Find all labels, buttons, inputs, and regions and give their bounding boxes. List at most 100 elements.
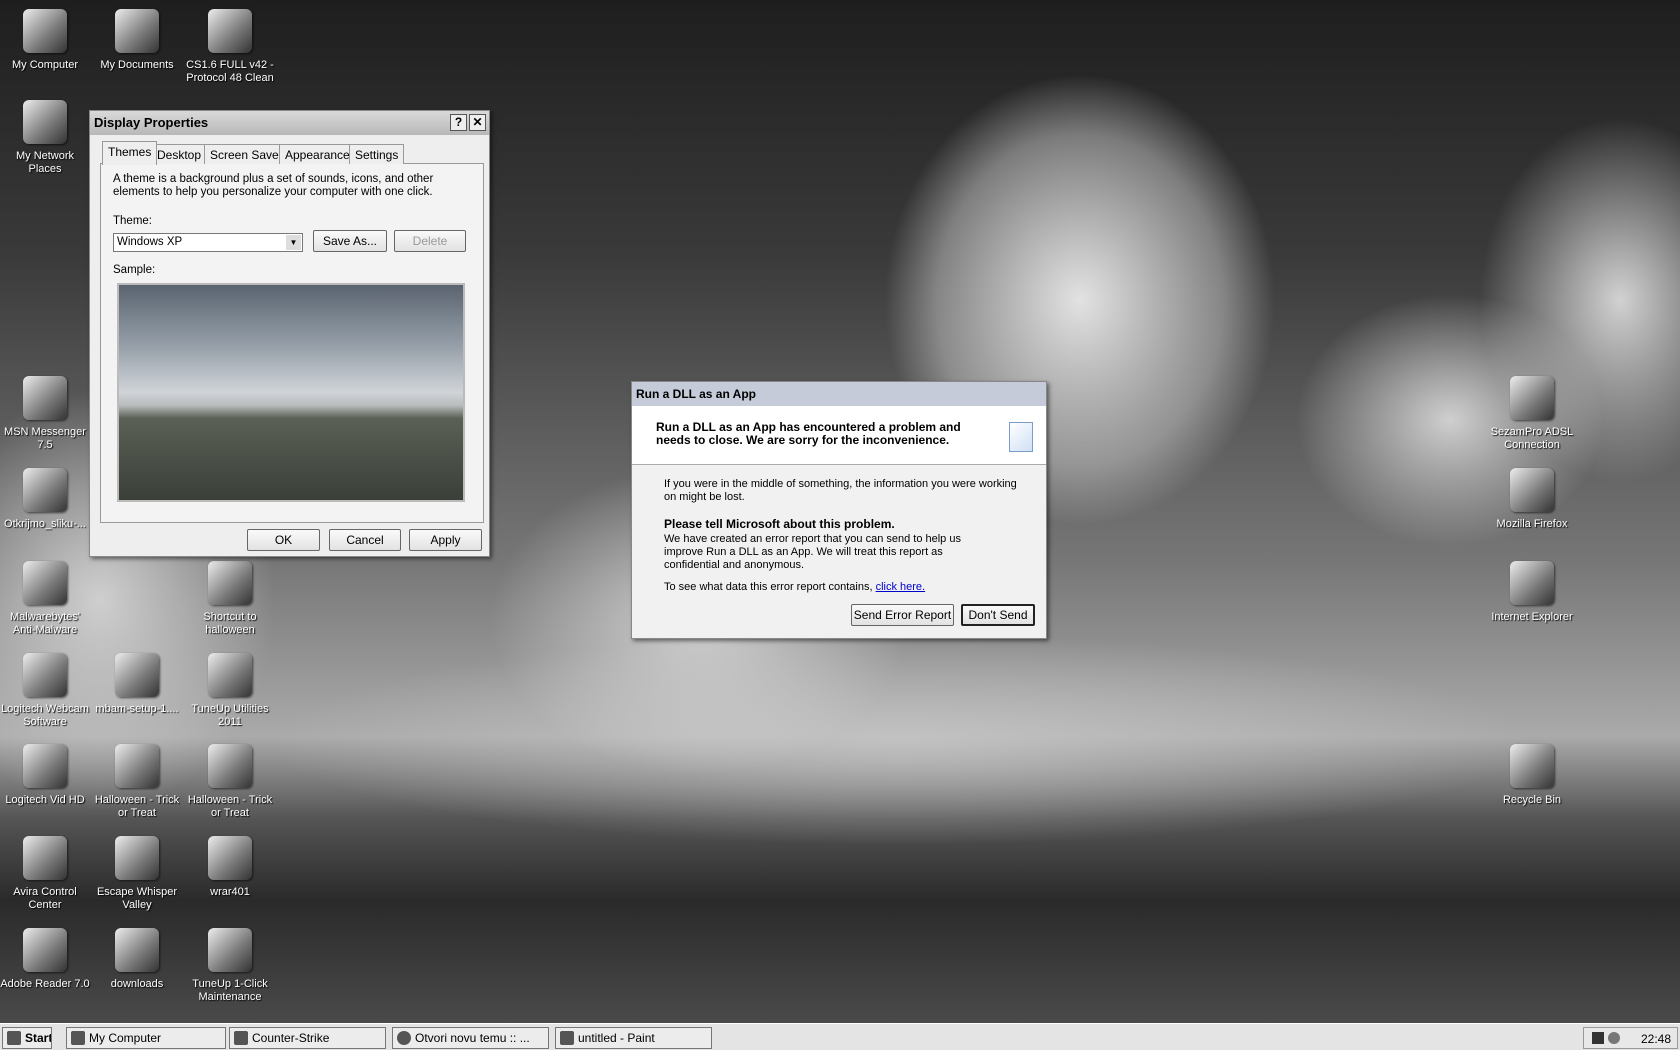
shortcut-icon bbox=[208, 561, 252, 605]
shortcut-icon bbox=[115, 836, 159, 880]
task-my-computer[interactable]: My Computer bbox=[66, 1027, 226, 1049]
ok-button[interactable]: OK bbox=[247, 529, 320, 551]
task-label: Otvori novu temu :: ... bbox=[415, 1031, 530, 1045]
tab-appearance[interactable]: Appearance bbox=[279, 144, 356, 164]
desktop-icon[interactable]: Shortcut to halloween bbox=[185, 561, 275, 637]
desktop-icon[interactable]: Adobe Reader 7.0 bbox=[0, 928, 90, 991]
desktop-icon[interactable]: My Computer bbox=[0, 9, 90, 72]
shortcut-icon bbox=[208, 744, 252, 788]
info-text: If you were in the middle of something, … bbox=[664, 478, 1017, 503]
desktop-icon-label: Halloween - Trick or Treat bbox=[187, 794, 273, 819]
windows-logo-icon bbox=[7, 1031, 21, 1045]
desktop-icon-label: Logitech Webcam Software bbox=[1, 703, 89, 728]
save-as-button[interactable]: Save As... bbox=[313, 230, 387, 252]
desktop-icon-label: Adobe Reader 7.0 bbox=[0, 978, 90, 990]
shortcut-icon bbox=[1510, 376, 1554, 420]
theme-sample-preview bbox=[117, 283, 465, 502]
shortcut-icon bbox=[115, 744, 159, 788]
display-properties-window: Display Properties ? ✕ Themes Desktop Sc… bbox=[89, 110, 490, 557]
shortcut-icon bbox=[115, 653, 159, 697]
desktop-icon[interactable]: wrar401 bbox=[185, 836, 275, 899]
desktop-icon[interactable]: Internet Explorer bbox=[1487, 561, 1577, 624]
desktop-icon[interactable]: CS1.6 FULL v42 - Protocol 48 Clean bbox=[185, 9, 275, 85]
delete-button[interactable]: Delete bbox=[394, 230, 466, 252]
taskbar: Start My Computer Counter-Strike Otvori … bbox=[0, 1023, 1680, 1050]
shortcut-icon bbox=[23, 744, 67, 788]
shortcut-icon bbox=[23, 561, 67, 605]
clock[interactable]: 22:48 bbox=[1641, 1032, 1671, 1046]
shortcut-icon bbox=[23, 836, 67, 880]
desktop-icon-label: Internet Explorer bbox=[1491, 611, 1573, 623]
close-button[interactable]: ✕ bbox=[469, 114, 486, 131]
desktop-icon[interactable]: SezamPro ADSL Connection bbox=[1487, 376, 1577, 452]
see-data-line: To see what data this error report conta… bbox=[664, 581, 925, 593]
start-label: Start bbox=[25, 1031, 52, 1045]
desktop-icon[interactable]: Mozilla Firefox bbox=[1487, 468, 1577, 531]
desktop-icon-label: SezamPro ADSL Connection bbox=[1490, 426, 1574, 451]
chevron-down-icon[interactable]: ▼ bbox=[286, 235, 301, 250]
task-label: My Computer bbox=[89, 1031, 162, 1045]
send-error-report-button[interactable]: Send Error Report bbox=[851, 604, 954, 626]
theme-label: Theme: bbox=[113, 215, 152, 227]
task-paint[interactable]: untitled - Paint bbox=[555, 1027, 712, 1049]
desktop-icon[interactable]: Halloween - Trick or Treat bbox=[185, 744, 275, 820]
shortcut-icon bbox=[23, 100, 67, 144]
error-header-text: Run a DLL as an App has encountered a pr… bbox=[656, 420, 961, 447]
desktop-icon-label: Logitech Vid HD bbox=[5, 794, 85, 806]
dont-send-button[interactable]: Don't Send bbox=[961, 604, 1035, 626]
desktop-icon-label: mbam-setup-1.... bbox=[95, 703, 179, 715]
paint-icon bbox=[560, 1031, 574, 1045]
desktop-icon[interactable]: TuneUp 1-Click Maintenance bbox=[185, 928, 275, 1004]
tray-app-icon[interactable] bbox=[1608, 1032, 1620, 1044]
desktop-icon-label: MSN Messenger 7.5 bbox=[4, 426, 86, 451]
desktop-icon[interactable]: Malwarebytes' Anti-Malware bbox=[0, 561, 90, 637]
system-tray: 22:48 bbox=[1583, 1027, 1678, 1049]
title-bar[interactable]: Run a DLL as an App bbox=[632, 382, 1046, 406]
desktop-icon[interactable]: My Network Places bbox=[0, 100, 90, 176]
apply-button[interactable]: Apply bbox=[409, 529, 482, 551]
title-bar[interactable]: Display Properties ? ✕ bbox=[90, 111, 489, 135]
desktop-icon[interactable]: Otkrijmo_sliku-... bbox=[0, 468, 90, 531]
tab-themes[interactable]: Themes bbox=[102, 141, 158, 165]
desktop-icon-label: My Computer bbox=[11, 59, 79, 71]
click-here-link[interactable]: click here. bbox=[876, 581, 926, 593]
tell-heading: Please tell Microsoft about this problem… bbox=[664, 517, 895, 531]
tab-settings[interactable]: Settings bbox=[349, 144, 405, 164]
tab-desktop[interactable]: Desktop bbox=[151, 144, 208, 164]
counter-strike-icon bbox=[234, 1031, 248, 1045]
desktop-icon-label: Shortcut to halloween bbox=[203, 611, 257, 636]
tab-screen-saver[interactable]: Screen Saver bbox=[204, 144, 289, 164]
desktop-icon-label: My Documents bbox=[100, 59, 174, 71]
desktop-icon[interactable]: Avira Control Center bbox=[0, 836, 90, 912]
desktop-icon[interactable]: MSN Messenger 7.5 bbox=[0, 376, 90, 452]
cancel-button[interactable]: Cancel bbox=[329, 529, 401, 551]
task-browser[interactable]: Otvori novu temu :: ... bbox=[392, 1027, 549, 1049]
task-counter-strike[interactable]: Counter-Strike bbox=[229, 1027, 386, 1049]
shortcut-icon bbox=[23, 468, 67, 512]
network-icon[interactable] bbox=[1592, 1032, 1604, 1044]
task-label: untitled - Paint bbox=[578, 1031, 655, 1045]
desktop-icon-label: TuneUp 1-Click Maintenance bbox=[192, 978, 268, 1003]
desktop-icon-label: Malwarebytes' Anti-Malware bbox=[10, 611, 80, 636]
desktop-icon[interactable]: Logitech Webcam Software bbox=[0, 653, 90, 729]
desktop-icon[interactable]: mbam-setup-1.... bbox=[92, 653, 182, 716]
desktop-icon[interactable]: Escape Whisper Valley bbox=[92, 836, 182, 912]
shortcut-icon bbox=[23, 928, 67, 972]
desktop-icon[interactable]: Recycle Bin bbox=[1487, 744, 1577, 807]
desktop-icon[interactable]: downloads bbox=[92, 928, 182, 991]
window-title: Display Properties bbox=[94, 115, 209, 130]
task-label: Counter-Strike bbox=[252, 1031, 330, 1045]
desktop-icon[interactable]: TuneUp Utilities 2011 bbox=[185, 653, 275, 729]
see-data-text: To see what data this error report conta… bbox=[664, 581, 873, 593]
desktop-icon-label: TuneUp Utilities 2011 bbox=[191, 703, 269, 728]
desktop-icon[interactable]: Logitech Vid HD bbox=[0, 744, 90, 807]
desktop-icon[interactable]: My Documents bbox=[92, 9, 182, 72]
browser-icon bbox=[397, 1031, 411, 1045]
theme-select[interactable]: Windows XP ▼ bbox=[113, 233, 303, 252]
help-button[interactable]: ? bbox=[450, 114, 467, 131]
desktop-icon[interactable]: Halloween - Trick or Treat bbox=[92, 744, 182, 820]
document-icon bbox=[1009, 422, 1033, 452]
shortcut-icon bbox=[23, 9, 67, 53]
start-button[interactable]: Start bbox=[2, 1027, 52, 1049]
shortcut-icon bbox=[23, 653, 67, 697]
